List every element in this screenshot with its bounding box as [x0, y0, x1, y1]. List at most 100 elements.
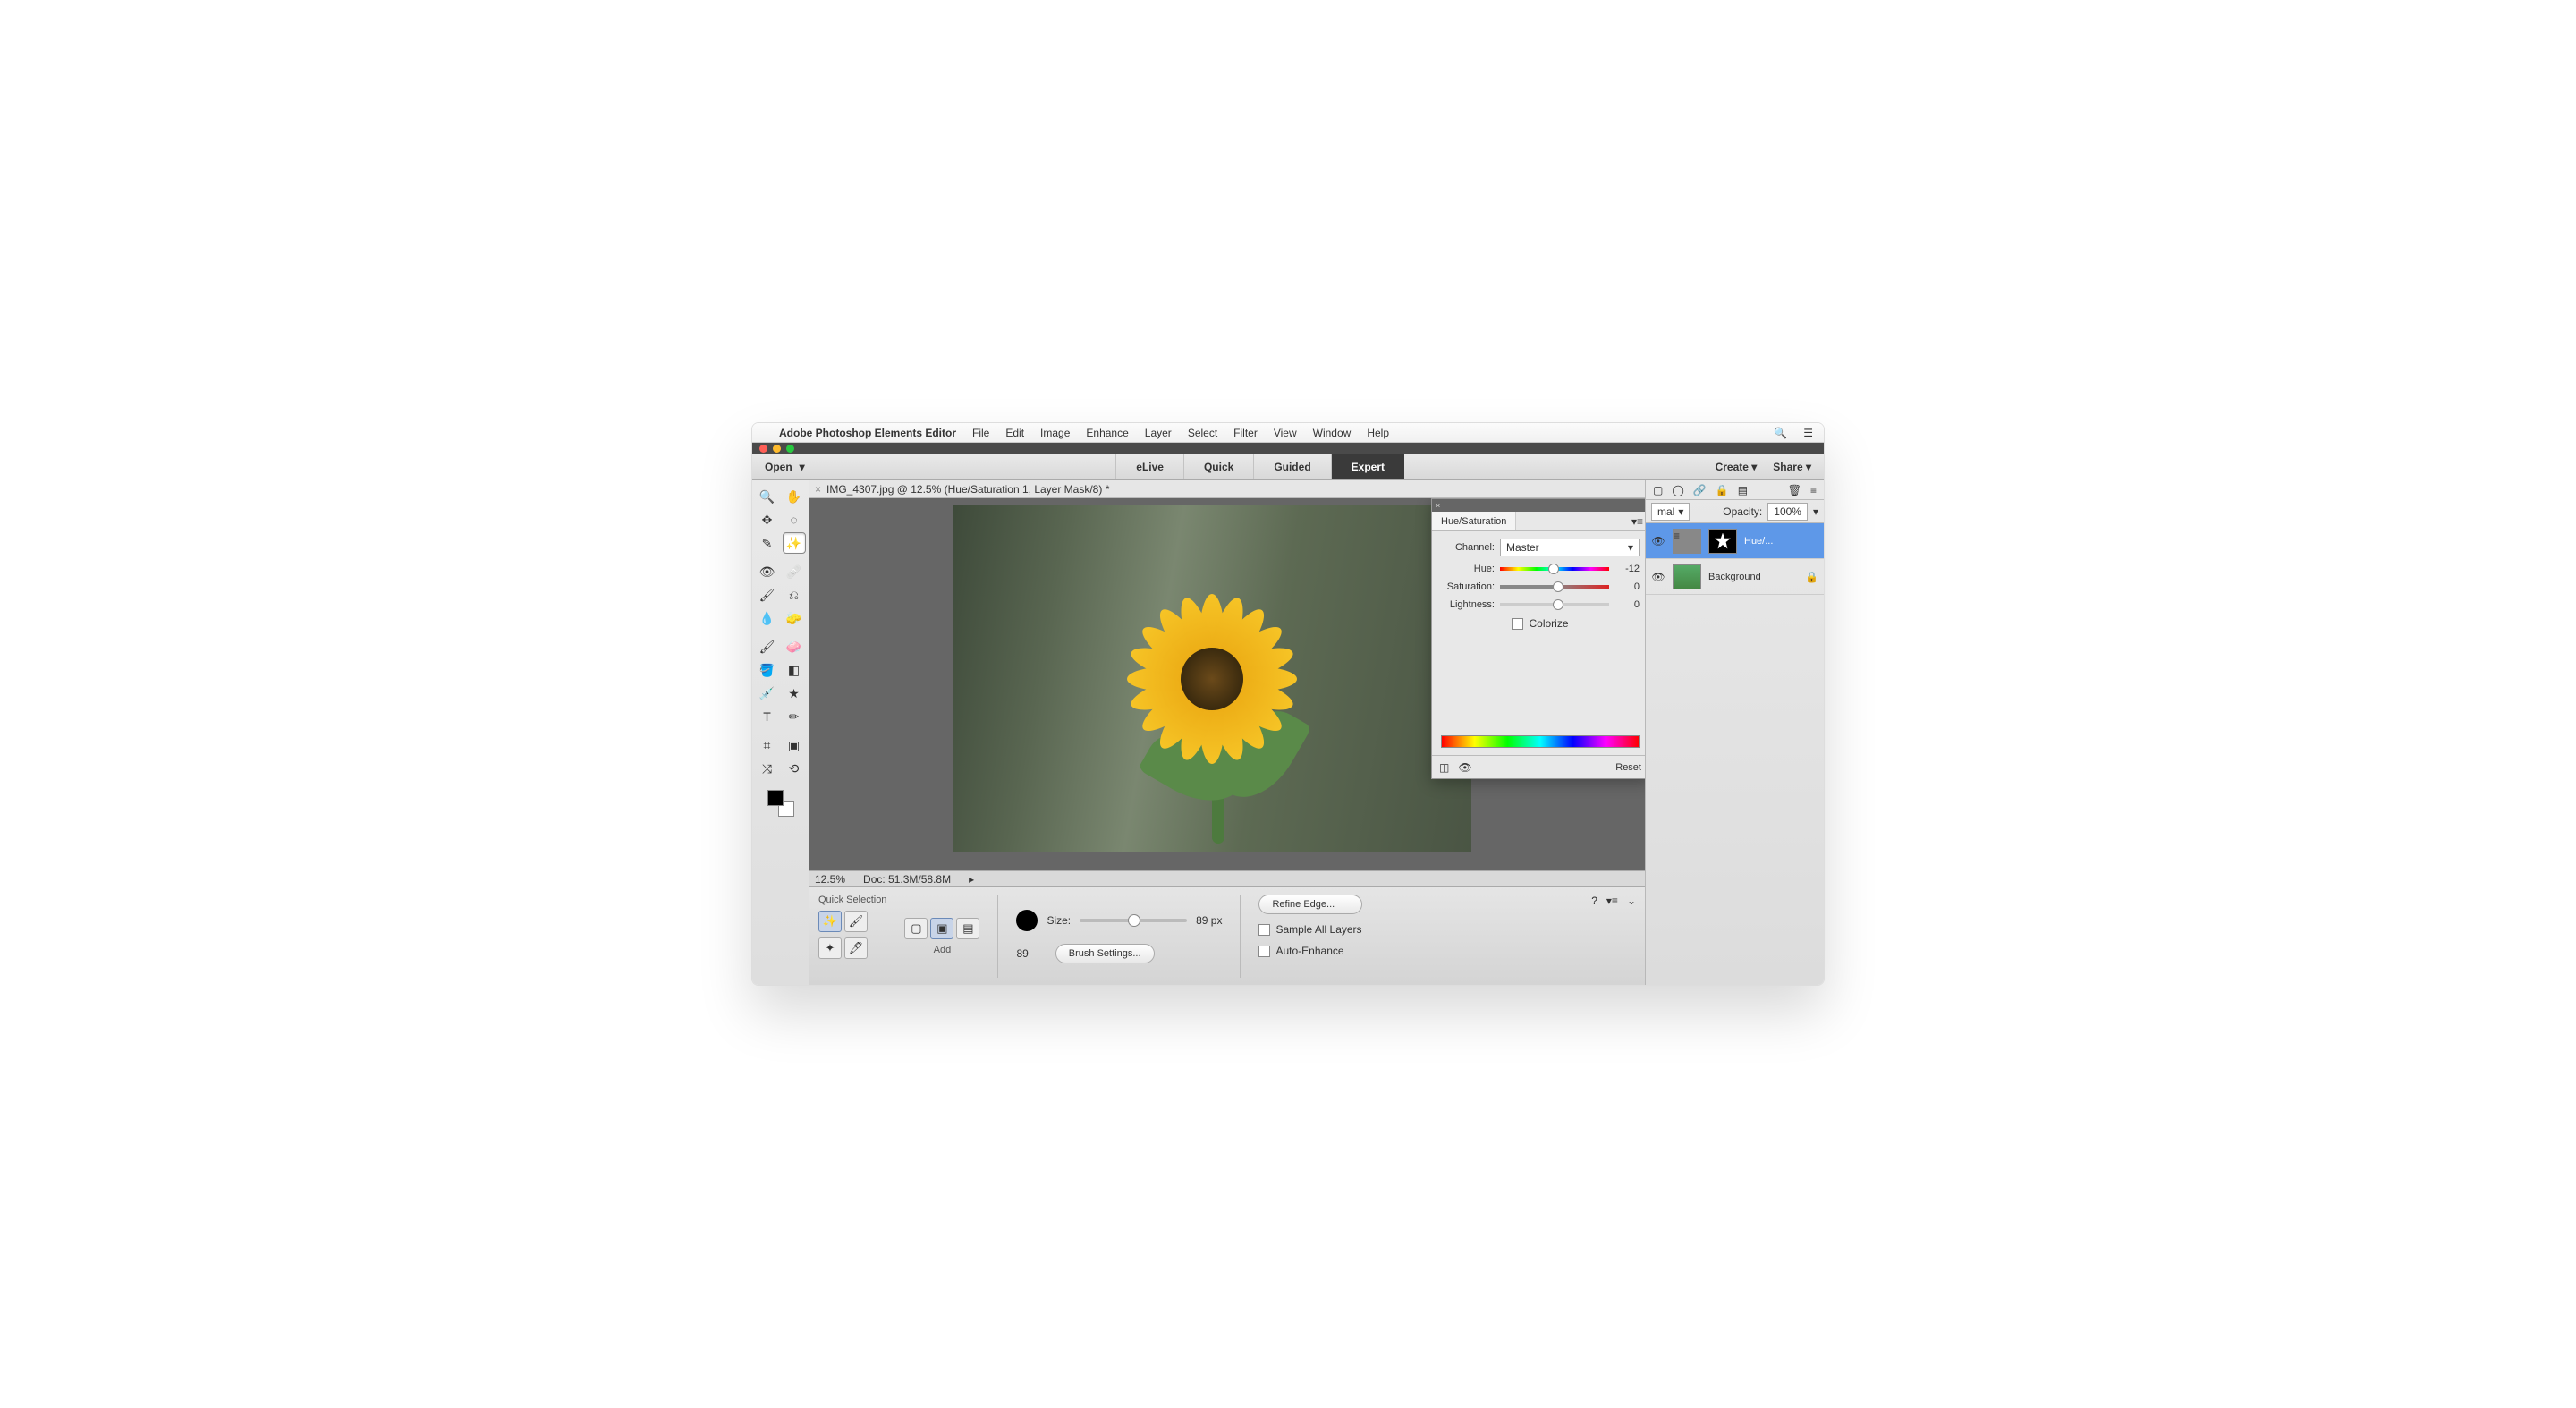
- size-slider[interactable]: [1080, 919, 1187, 922]
- hue-value[interactable]: -12: [1614, 564, 1640, 574]
- subtract-selection-button[interactable]: ▤: [956, 918, 979, 939]
- saturation-slider[interactable]: [1500, 582, 1609, 591]
- blend-mode-select[interactable]: mal▾: [1651, 503, 1690, 521]
- options-menu-icon[interactable]: ▾≡: [1606, 895, 1618, 907]
- bucket-tool[interactable]: 🪣: [756, 659, 779, 681]
- close-window-button[interactable]: [759, 445, 767, 453]
- visibility-icon[interactable]: 👁: [1458, 761, 1471, 774]
- brush-settings-button[interactable]: Brush Settings...: [1055, 944, 1155, 963]
- menu-window[interactable]: Window: [1313, 427, 1352, 439]
- layer-hue-saturation[interactable]: 👁 ≡ Hue/...: [1646, 523, 1824, 559]
- eraser-tool[interactable]: 🧼: [783, 636, 806, 657]
- sponge-tool[interactable]: 🧽: [783, 607, 806, 629]
- content-aware-tool[interactable]: ⟲: [783, 758, 806, 779]
- opacity-dropdown-icon[interactable]: ▾: [1813, 505, 1818, 518]
- layer-mask-thumb[interactable]: [1708, 529, 1737, 554]
- redeye-tool[interactable]: 👁: [756, 561, 779, 582]
- marquee-tool[interactable]: ◌: [783, 509, 806, 530]
- document-tab[interactable]: × IMG_4307.jpg @ 12.5% (Hue/Saturation 1…: [809, 480, 1645, 498]
- close-panel-icon[interactable]: ×: [1436, 501, 1440, 510]
- panel-icon-1[interactable]: ▢: [1653, 484, 1663, 496]
- mode-guided[interactable]: Guided: [1253, 454, 1330, 479]
- menu-select[interactable]: Select: [1188, 427, 1217, 439]
- colorize-checkbox[interactable]: Colorize: [1512, 617, 1568, 630]
- shape-tool[interactable]: ★: [783, 683, 806, 704]
- menu-filter[interactable]: Filter: [1233, 427, 1258, 439]
- status-arrow-icon[interactable]: ▸: [969, 873, 974, 886]
- lightness-value[interactable]: 0: [1614, 599, 1640, 610]
- crop-tool[interactable]: ⌗: [756, 734, 779, 756]
- refine-selection-variant[interactable]: 🖊: [844, 937, 868, 959]
- menu-image[interactable]: Image: [1040, 427, 1070, 439]
- channel-select[interactable]: Master▾: [1500, 539, 1640, 556]
- mode-quick[interactable]: Quick: [1183, 454, 1253, 479]
- brush-tool[interactable]: 🖌: [756, 636, 779, 657]
- create-button[interactable]: Create ▾: [1716, 461, 1758, 473]
- menu-layer[interactable]: Layer: [1145, 427, 1172, 439]
- pencil-tool[interactable]: ✏: [783, 706, 806, 727]
- text-tool[interactable]: T: [756, 706, 779, 727]
- help-icon[interactable]: ?: [1591, 895, 1597, 907]
- gradient-tool[interactable]: ◧: [783, 659, 806, 681]
- collapse-icon[interactable]: ⌄: [1627, 895, 1636, 907]
- panel-tab[interactable]: Hue/Saturation: [1432, 512, 1516, 530]
- list-icon[interactable]: ☰: [1803, 427, 1813, 439]
- panel-icon-2[interactable]: ◯: [1672, 484, 1683, 496]
- opacity-input[interactable]: 100%: [1767, 503, 1808, 521]
- color-swatches[interactable]: [767, 790, 794, 817]
- menu-edit[interactable]: Edit: [1005, 427, 1024, 439]
- panel-menu-icon[interactable]: ≡: [1810, 484, 1817, 496]
- panel-icon-3[interactable]: 🔗: [1693, 484, 1707, 496]
- add-selection-button[interactable]: ▣: [930, 918, 953, 939]
- mode-expert[interactable]: Expert: [1331, 454, 1404, 479]
- open-button[interactable]: Open ▾: [752, 454, 818, 479]
- hand-tool[interactable]: ✋: [783, 486, 806, 507]
- close-tab-icon[interactable]: ×: [815, 483, 821, 496]
- sample-all-checkbox[interactable]: Sample All Layers: [1258, 923, 1361, 936]
- clone-tool[interactable]: ⎌: [783, 584, 806, 606]
- hue-slider[interactable]: [1500, 564, 1609, 573]
- recompose-tool[interactable]: ▣: [783, 734, 806, 756]
- reset-button[interactable]: Reset: [1615, 762, 1641, 773]
- mode-elive[interactable]: eLive: [1115, 454, 1183, 479]
- panel-icon-4[interactable]: 🔒: [1716, 484, 1729, 496]
- menu-enhance[interactable]: Enhance: [1086, 427, 1128, 439]
- clip-icon[interactable]: ◫: [1439, 761, 1449, 774]
- saturation-value[interactable]: 0: [1614, 581, 1640, 592]
- share-button[interactable]: Share ▾: [1773, 461, 1811, 473]
- canvas-area[interactable]: × Hue/Saturation▾≡ Channel: Master▾ Hue:…: [809, 498, 1645, 870]
- brush-preview[interactable]: [1016, 910, 1038, 931]
- selection-brush-variant[interactable]: 🖌: [844, 911, 868, 932]
- eyedropper-tool[interactable]: 💉: [756, 683, 779, 704]
- smart-brush-tool[interactable]: 🖌: [756, 584, 779, 606]
- panel-icon-5[interactable]: ▤: [1738, 484, 1748, 496]
- move-tool[interactable]: ✥: [756, 509, 779, 530]
- new-selection-button[interactable]: ▢: [904, 918, 928, 939]
- blur-tool[interactable]: 💧: [756, 607, 779, 629]
- healing-tool[interactable]: 🩹: [783, 561, 806, 582]
- layer-visibility-icon[interactable]: 👁: [1651, 535, 1665, 547]
- panel-titlebar[interactable]: ×: [1432, 499, 1645, 512]
- straighten-tool[interactable]: ⤨: [756, 758, 779, 779]
- layer-visibility-icon[interactable]: 👁: [1651, 571, 1665, 583]
- lasso-tool[interactable]: ✎: [756, 532, 779, 554]
- menu-file[interactable]: File: [972, 427, 989, 439]
- image-canvas: [953, 505, 1471, 852]
- trash-icon[interactable]: 🗑: [1788, 484, 1801, 496]
- zoom-level[interactable]: 12.5%: [815, 873, 845, 886]
- refine-edge-button[interactable]: Refine Edge...: [1258, 895, 1361, 914]
- lightness-slider[interactable]: [1500, 600, 1609, 609]
- quick-selection-tool[interactable]: ✨: [783, 532, 806, 554]
- zoom-window-button[interactable]: [786, 445, 794, 453]
- minimize-window-button[interactable]: [773, 445, 781, 453]
- layer-background[interactable]: 👁 Background 🔒: [1646, 559, 1824, 595]
- search-icon[interactable]: 🔍: [1774, 427, 1787, 439]
- magic-selection-variant[interactable]: ✦: [818, 937, 842, 959]
- size-num[interactable]: 89: [1016, 947, 1028, 960]
- zoom-tool[interactable]: 🔍: [756, 486, 779, 507]
- menu-view[interactable]: View: [1274, 427, 1297, 439]
- panel-menu-icon[interactable]: ▾≡: [1626, 515, 1645, 528]
- menu-help[interactable]: Help: [1367, 427, 1389, 439]
- auto-enhance-checkbox[interactable]: Auto-Enhance: [1258, 945, 1361, 957]
- quick-selection-variant[interactable]: ✨: [818, 911, 842, 932]
